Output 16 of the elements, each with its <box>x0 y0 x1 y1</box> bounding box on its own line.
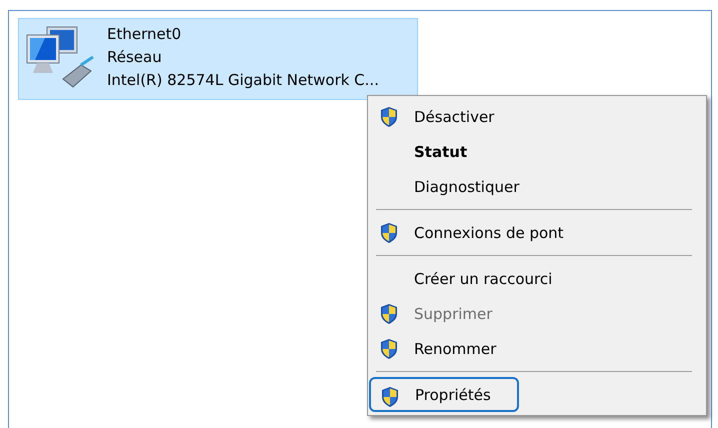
device-name: Intel(R) 82574L Gigabit Network C... <box>107 70 379 91</box>
network-name: Réseau <box>107 47 163 68</box>
shield-icon <box>379 338 399 360</box>
menu-item[interactable]: Connexions de pont <box>370 215 704 250</box>
menu-item[interactable]: Renommer <box>370 331 704 366</box>
menu-item[interactable]: Créer un raccourci <box>370 261 704 296</box>
menu-item[interactable]: Diagnostiquer <box>370 169 704 204</box>
shield-icon <box>379 303 399 325</box>
shield-icon <box>379 222 399 244</box>
menu-item[interactable]: Désactiver <box>370 99 704 134</box>
menu-item[interactable]: Propriétés <box>369 377 519 412</box>
menu-item[interactable]: Statut <box>370 134 704 169</box>
shield-icon <box>380 386 400 408</box>
adapter-name: Ethernet0 <box>107 24 182 45</box>
network-adapter[interactable]: Ethernet0 Réseau Intel(R) 82574L Gigabit Network C... <box>18 18 418 100</box>
shield-icon <box>379 106 399 128</box>
